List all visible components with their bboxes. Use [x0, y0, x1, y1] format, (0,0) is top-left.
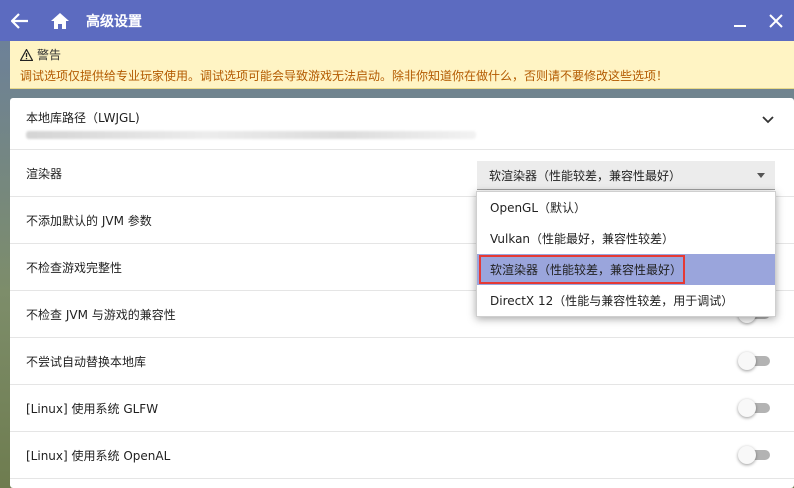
toggle-knob: [738, 352, 756, 370]
chevron-down-icon[interactable]: [762, 116, 774, 124]
renderer-select[interactable]: 软渲染器（性能较差，兼容性最好）: [477, 161, 775, 190]
renderer-label: 渲染器: [26, 166, 63, 181]
native-lib-path-blurred: [26, 131, 476, 139]
minimize-button[interactable]: [722, 0, 758, 41]
title-bar: 高级设置: [0, 0, 794, 41]
renderer-selected-value: 软渲染器（性能较差，兼容性最好）: [489, 168, 682, 183]
warning-icon: [20, 48, 33, 61]
back-button[interactable]: [0, 0, 40, 41]
no-native-replace-row: 不尝试自动替换本地库: [10, 338, 794, 385]
renderer-option-opengl[interactable]: OpenGL（默认）: [477, 192, 775, 223]
renderer-option-software-label: 软渲染器（性能较差，兼容性最好）: [490, 263, 683, 277]
toggle-knob: [738, 446, 756, 464]
page-title: 高级设置: [86, 13, 142, 30]
no-native-replace-label: 不尝试自动替换本地库: [26, 354, 147, 369]
system-openal-label: [Linux] 使用系统 OpenAL: [26, 448, 171, 463]
system-glfw-toggle[interactable]: [738, 399, 770, 417]
home-button[interactable]: [40, 0, 80, 41]
caret-down-icon: [757, 173, 765, 178]
warning-title: 警告: [37, 48, 62, 62]
native-lib-row[interactable]: 本地库路径（LWJGL): [10, 98, 794, 150]
system-glfw-label: [Linux] 使用系统 GLFW: [26, 401, 159, 416]
close-button[interactable]: [758, 0, 794, 41]
no-default-jvm-args-label: 不添加默认的 JVM 参数: [26, 213, 152, 228]
arrow-left-icon: [11, 12, 28, 29]
no-jvm-check-label: 不检查 JVM 与游戏的兼容性: [26, 307, 176, 322]
system-openal-row: [Linux] 使用系统 OpenAL: [10, 432, 794, 479]
no-native-replace-toggle[interactable]: [738, 352, 770, 370]
no-game-check-label: 不检查游戏完整性: [26, 260, 123, 275]
native-lib-label: 本地库路径（LWJGL): [26, 111, 140, 125]
renderer-option-vulkan[interactable]: Vulkan（性能最好，兼容性较差）: [477, 223, 775, 254]
toggle-knob: [738, 399, 756, 417]
minimize-icon: [734, 24, 746, 27]
renderer-option-directx12[interactable]: DirectX 12（性能与兼容性较差，用于调试）: [477, 285, 775, 316]
close-icon: [769, 13, 783, 28]
warning-message: 调试选项仅提供给专业玩家使用。调试选项可能会导致游戏无法启动。除非你知道你在做什…: [20, 69, 669, 83]
system-openal-toggle[interactable]: [738, 446, 770, 464]
renderer-dropdown-menu: OpenGL（默认） Vulkan（性能最好，兼容性较差） 软渲染器（性能较差，…: [476, 191, 776, 317]
warning-banner: 警告 调试选项仅提供给专业玩家使用。调试选项可能会导致游戏无法启动。除非你知道你…: [10, 41, 794, 89]
system-glfw-row: [Linux] 使用系统 GLFW: [10, 385, 794, 432]
home-icon: [51, 12, 69, 29]
renderer-row: 渲染器 软渲染器（性能较差，兼容性最好）: [10, 150, 794, 197]
renderer-option-software[interactable]: 软渲染器（性能较差，兼容性最好）: [477, 254, 775, 285]
